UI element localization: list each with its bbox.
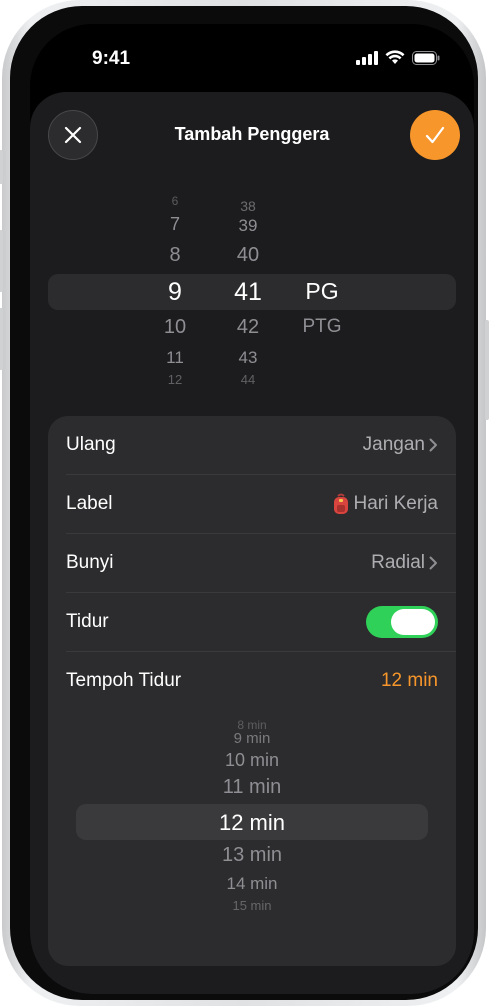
sleep-duration-label: Tempoh Tidur xyxy=(66,670,182,691)
duration-option: 13 min xyxy=(221,844,283,866)
minute-option: 38 xyxy=(240,198,256,214)
save-button[interactable] xyxy=(410,110,460,160)
backpack-icon xyxy=(333,493,348,514)
duration-option: 11 min xyxy=(222,776,282,798)
phone-frame: 9:41 Tambah Penggera 6 7 8 9 10 11 12 38… xyxy=(0,0,489,1006)
hour-option: 6 xyxy=(171,194,179,208)
phone-bezel: 9:41 Tambah Penggera 6 7 8 9 10 11 12 38… xyxy=(10,6,478,1000)
volume-up-button xyxy=(0,230,3,292)
hour-option: 11 xyxy=(166,348,184,367)
battery-icon xyxy=(412,50,440,65)
action-button xyxy=(0,150,3,184)
minute-option: 43 xyxy=(238,348,258,367)
label-row[interactable]: Label Hari Kerja xyxy=(66,475,438,533)
page-title: Tambah Penggera xyxy=(174,124,330,144)
sleep-duration-row[interactable]: Tempoh Tidur 12 min xyxy=(66,652,438,710)
hour-option: 12 xyxy=(167,372,183,387)
checkmark-icon xyxy=(425,126,445,144)
power-button xyxy=(485,320,489,420)
period-selected: PG xyxy=(305,278,339,304)
sleep-duration-value: 12 min xyxy=(380,670,438,691)
alarm-settings-group: Ulang Jangan Label Hari Kerja Bunyi Radi… xyxy=(48,416,456,966)
time-picker[interactable]: 6 7 8 9 10 11 12 38 39 40 41 42 43 44 PG… xyxy=(30,192,474,402)
repeat-label: Ulang xyxy=(66,434,116,455)
hour-selected: 9 xyxy=(168,278,182,306)
status-icons xyxy=(356,50,440,65)
wifi-icon xyxy=(385,50,405,64)
repeat-value-group: Jangan xyxy=(363,434,438,456)
period-option: PTG xyxy=(302,316,342,337)
minute-option: 42 xyxy=(236,316,260,338)
repeat-row[interactable]: Ulang Jangan xyxy=(66,416,438,474)
hour-option: 8 xyxy=(169,244,181,266)
label-value-group: Hari Kerja xyxy=(332,493,438,515)
sound-row[interactable]: Bunyi Radial xyxy=(66,534,438,592)
sleep-toggle[interactable] xyxy=(366,606,438,638)
minute-option: 39 xyxy=(238,216,258,235)
hour-option: 10 xyxy=(163,316,187,338)
duration-selected: 12 min xyxy=(218,810,286,835)
volume-down-button xyxy=(0,308,3,370)
screen: 9:41 Tambah Penggera 6 7 8 9 10 11 12 38… xyxy=(30,24,474,994)
duration-option: 9 min xyxy=(233,730,271,747)
add-alarm-sheet: Tambah Penggera 6 7 8 9 10 11 12 38 39 4… xyxy=(30,92,474,994)
minute-option: 40 xyxy=(236,244,260,266)
sound-label: Bunyi xyxy=(66,552,114,573)
sleep-label: Tidur xyxy=(66,611,109,632)
chevron-right-icon xyxy=(429,556,437,570)
sound-value-group: Radial xyxy=(371,552,438,574)
minute-selected: 41 xyxy=(234,278,262,306)
sleep-row: Tidur xyxy=(66,593,438,651)
sound-value: Radial xyxy=(371,552,425,573)
duration-option: 10 min xyxy=(224,750,280,770)
hour-option: 7 xyxy=(169,214,180,234)
chevron-right-icon xyxy=(429,438,437,452)
duration-option: 14 min xyxy=(226,874,278,893)
label-label: Label xyxy=(66,493,113,514)
duration-option: 15 min xyxy=(232,898,272,913)
sleep-duration-picker[interactable]: 8 min 9 min 10 min 11 min 12 min 13 min … xyxy=(48,716,456,916)
minute-option: 44 xyxy=(240,372,256,387)
label-value: Hari Kerja xyxy=(353,493,438,514)
status-time: 9:41 xyxy=(92,48,131,69)
repeat-value: Jangan xyxy=(362,434,425,455)
cellular-signal-icon xyxy=(356,50,378,65)
toggle-knob xyxy=(391,609,435,635)
